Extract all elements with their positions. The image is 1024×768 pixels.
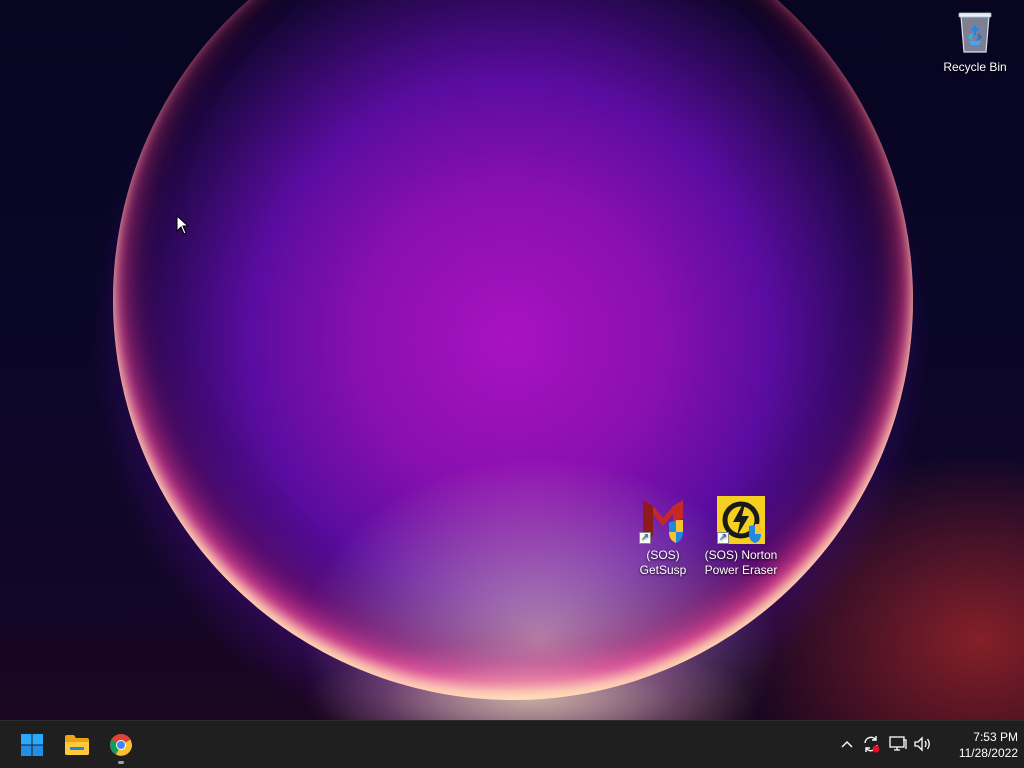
file-explorer-button[interactable] — [57, 725, 97, 765]
norton-power-eraser-icon: ↗ — [717, 496, 765, 544]
norton-label-line1: (SOS) Norton — [704, 548, 778, 562]
volume-tray-button[interactable] — [912, 733, 934, 755]
chrome-button[interactable] — [101, 725, 141, 765]
network-tray-button[interactable] — [887, 733, 909, 755]
taskbar: 7:53 PM 11/28/2022 — [0, 720, 1024, 768]
shortcut-arrow-icon: ↗ — [717, 532, 729, 544]
sync-icon — [864, 736, 880, 753]
getsusp-icon: ↗ — [639, 496, 687, 544]
clock[interactable]: 7:53 PM 11/28/2022 — [938, 729, 1018, 761]
chrome-icon — [110, 734, 132, 756]
getsusp-label-line2: GetSusp — [639, 563, 687, 577]
shortcut-arrow-icon: ↗ — [639, 532, 651, 544]
mouse-cursor-icon — [176, 215, 190, 235]
clock-date: 11/28/2022 — [958, 746, 1018, 760]
show-hidden-icons-button[interactable] — [836, 733, 858, 755]
recycle-bin-icon — [951, 8, 999, 56]
chevron-up-icon — [841, 741, 853, 748]
running-indicator — [118, 761, 124, 764]
volume-icon — [914, 736, 930, 752]
windows-start-icon — [21, 734, 43, 756]
clock-time: 7:53 PM — [973, 730, 1018, 744]
desktop-icon-getsusp[interactable]: ↗ (SOS) GetSusp — [621, 496, 705, 578]
desktop-icon-recycle-bin[interactable]: Recycle Bin — [933, 8, 1017, 75]
norton-label-line2: Power Eraser — [704, 563, 778, 577]
desktop-icon-norton-power-eraser[interactable]: ↗ (SOS) Norton Power Eraser — [699, 496, 783, 578]
recycle-bin-label: Recycle Bin — [943, 60, 1007, 74]
desktop[interactable]: Recycle Bin ↗ (SOS) GetSusp ↗ (SOS) Nort… — [0, 0, 1024, 720]
getsusp-label-line1: (SOS) — [646, 548, 680, 562]
file-explorer-icon — [65, 735, 89, 755]
wallpaper-orb — [113, 0, 913, 700]
sync-tray-button[interactable] — [860, 733, 882, 755]
network-icon — [889, 736, 907, 751]
start-button[interactable] — [12, 725, 52, 765]
